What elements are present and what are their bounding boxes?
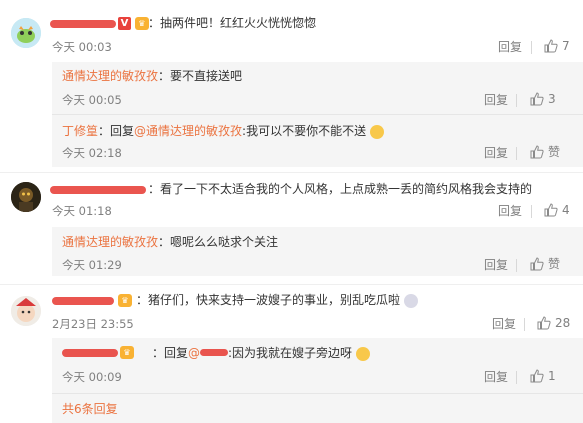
like-button[interactable]: 7 xyxy=(544,38,570,54)
thumbs-up-icon xyxy=(530,369,544,383)
level-badge: ♛ xyxy=(134,17,149,30)
reply-prefix: ：回复 xyxy=(98,124,135,138)
like-count: 1 xyxy=(548,369,556,383)
reply-button[interactable]: 回复 xyxy=(484,369,508,385)
redacted-username xyxy=(50,186,146,194)
thumbs-up-icon xyxy=(537,316,551,330)
comment-text: ：猪仔们，快来支持一波嫂子的事业，别乱吃瓜啦 xyxy=(136,292,418,308)
like-button[interactable]: 赞 xyxy=(530,256,560,272)
redacted-username xyxy=(50,20,116,28)
like-count: 3 xyxy=(548,92,556,106)
like-button[interactable]: 赞 xyxy=(530,144,560,160)
divider xyxy=(0,284,583,285)
reply-content: :我可以不要你不能不送 xyxy=(242,124,367,138)
emoji-icon xyxy=(369,124,384,139)
reply-text: 通情达理的敏孜孜：嗯呢么么哒求个关注 xyxy=(62,234,278,250)
reply-button[interactable]: 回复 xyxy=(498,39,522,55)
reply-button[interactable]: 回复 xyxy=(492,316,516,332)
comment-time: 今天 00:03 xyxy=(52,40,112,54)
reply-content: ：嗯呢么么哒求个关注 xyxy=(158,235,279,249)
divider xyxy=(52,114,583,115)
avatar[interactable] xyxy=(11,182,41,212)
user-badges: ♛ xyxy=(118,293,132,307)
reply-time: 今天 01:29 xyxy=(62,258,122,272)
divider xyxy=(516,147,517,160)
divider xyxy=(531,41,532,54)
comment-text: ：看了一下不太适合我的个人风格，上点成熟一丢的简约风格我会支持的 xyxy=(148,182,533,196)
thumbs-up-icon xyxy=(530,257,544,271)
thumbs-up-icon xyxy=(530,145,544,159)
reply-prefix: ：回复 xyxy=(152,346,189,360)
like-count: 28 xyxy=(555,316,571,330)
avatar[interactable] xyxy=(11,296,41,326)
reply-button[interactable]: 回复 xyxy=(484,92,508,108)
reply-text: 丁修篁：回复@通情达理的敏孜孜:我可以不要你不能不送 xyxy=(62,123,384,139)
level-badge: ♛ xyxy=(118,294,132,307)
like-count: 4 xyxy=(562,203,570,217)
mention-link[interactable]: @通情达理的敏孜孜 xyxy=(134,124,242,138)
divider xyxy=(524,318,525,331)
redacted-username xyxy=(52,297,114,305)
like-count: 赞 xyxy=(548,257,561,271)
reply-button[interactable]: 回复 xyxy=(498,203,522,219)
divider xyxy=(516,371,517,384)
comment-time: 2月23日 23:55 xyxy=(52,317,134,331)
thumbs-up-icon xyxy=(544,203,558,217)
like-button[interactable]: 4 xyxy=(544,202,570,218)
reply-text: ：回复@ :因为我就在嫂子旁边呀 xyxy=(152,345,370,361)
user-badges: ♛ xyxy=(120,345,134,359)
verified-badge: V xyxy=(118,17,131,30)
reply-button[interactable]: 回复 xyxy=(484,257,508,273)
like-button[interactable]: 3 xyxy=(530,91,556,107)
reply-content: ：要不直接送吧 xyxy=(158,69,243,83)
mention-link[interactable]: @ xyxy=(188,346,200,360)
reply-time: 今天 00:05 xyxy=(62,93,122,107)
like-count: 赞 xyxy=(548,145,561,159)
comment-text: ：抽两件吧！红红火火恍恍惚惚 xyxy=(148,16,317,30)
level-badge: ♛ xyxy=(120,346,134,359)
emoji-icon xyxy=(355,346,370,361)
thumbs-up-icon xyxy=(530,92,544,106)
avatar[interactable] xyxy=(11,18,41,48)
reply-username[interactable]: 通情达理的敏孜孜 xyxy=(62,69,158,83)
reply-time: 今天 02:18 xyxy=(62,146,122,160)
more-replies-link[interactable]: 共6条回复 xyxy=(62,401,118,417)
comment-time: 今天 01:18 xyxy=(52,204,112,218)
divider xyxy=(531,205,532,218)
reply-text: 通情达理的敏孜孜：要不直接送吧 xyxy=(62,68,242,84)
reply-button[interactable]: 回复 xyxy=(484,145,508,161)
comment-content: ：猪仔们，快来支持一波嫂子的事业，别乱吃瓜啦 xyxy=(136,293,401,307)
user-badges: V ♛ xyxy=(118,16,149,30)
divider xyxy=(516,94,517,107)
divider xyxy=(516,259,517,272)
thumbs-up-icon xyxy=(544,39,558,53)
like-button[interactable]: 28 xyxy=(537,315,570,331)
reply-username[interactable]: 通情达理的敏孜孜 xyxy=(62,235,158,249)
divider xyxy=(0,172,583,173)
emoji-icon xyxy=(403,293,418,308)
redacted-username xyxy=(62,349,118,357)
reply-content: :因为我就在嫂子旁边呀 xyxy=(228,346,353,360)
like-count: 7 xyxy=(562,39,570,53)
reply-time: 今天 00:09 xyxy=(62,370,122,384)
reply-username[interactable]: 丁修篁 xyxy=(62,124,98,138)
like-button[interactable]: 1 xyxy=(530,368,556,384)
redacted-username xyxy=(200,349,229,356)
divider xyxy=(52,393,583,394)
